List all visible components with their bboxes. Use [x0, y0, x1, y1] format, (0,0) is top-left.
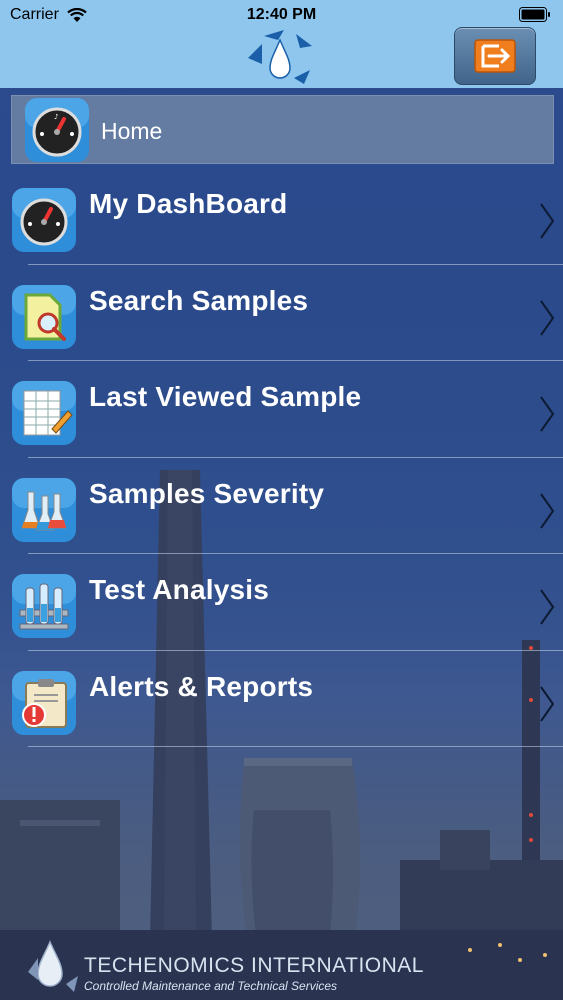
company-branding: TECHENOMICS INTERNATIONAL Controlled Mai…: [26, 936, 466, 996]
flasks-icon: [12, 477, 76, 542]
water-drop-logo-icon: [28, 940, 78, 992]
chevron-right-icon: [540, 396, 555, 432]
menu-item-samples-severity[interactable]: Samples Severity: [0, 458, 563, 554]
chevron-right-icon: [540, 589, 555, 625]
clipboard-alert-icon: [12, 670, 76, 735]
gauge-icon: ♪: [25, 98, 89, 162]
app-screen: Carrier 12:40 PM ♪ Home My DashBoard Sea…: [0, 0, 563, 1000]
menu-item-my-dashboard[interactable]: My DashBoard: [0, 168, 563, 265]
gauge-icon: [12, 188, 76, 252]
menu-item-label: Samples Severity: [89, 477, 325, 509]
document-search-icon: [12, 284, 76, 349]
chevron-right-icon: [540, 299, 555, 336]
logout-button[interactable]: [454, 27, 536, 85]
svg-text:♪: ♪: [54, 113, 58, 121]
chevron-right-icon: [540, 685, 555, 722]
app-header: Carrier 12:40 PM: [0, 0, 563, 88]
exit-icon: [474, 39, 516, 73]
menu-item-test-analysis[interactable]: Test Analysis: [0, 554, 563, 651]
home-label: Home: [101, 118, 163, 144]
menu-item-search-samples[interactable]: Search Samples: [0, 265, 563, 361]
menu-item-last-viewed-sample[interactable]: Last Viewed Sample: [0, 361, 563, 458]
menu-item-label: Search Samples: [89, 284, 309, 316]
row-divider: [28, 746, 563, 747]
water-drop-logo-icon: [248, 30, 312, 84]
company-tagline: Controlled Maintenance and Technical Ser…: [84, 979, 338, 993]
menu-item-label: Alerts & Reports: [89, 670, 314, 702]
main-menu: My DashBoard Search Samples Last Viewed …: [0, 168, 563, 747]
home-menu-item[interactable]: ♪ Home: [11, 95, 554, 164]
menu-item-alerts-reports[interactable]: Alerts & Reports: [0, 651, 563, 747]
company-name: TECHENOMICS INTERNATIONAL: [84, 954, 424, 977]
menu-item-label: My DashBoard: [89, 188, 288, 219]
status-time: 12:40 PM: [246, 6, 317, 23]
chevron-right-icon: [540, 492, 555, 529]
test-tubes-rack-icon: [12, 574, 76, 638]
status-bar: Carrier 12:40 PM: [0, 0, 563, 30]
battery-icon: [519, 7, 550, 22]
chevron-right-icon: [540, 203, 555, 239]
spreadsheet-pencil-icon: [12, 381, 76, 445]
menu-item-label: Test Analysis: [89, 574, 270, 605]
menu-item-label: Last Viewed Sample: [89, 381, 362, 412]
